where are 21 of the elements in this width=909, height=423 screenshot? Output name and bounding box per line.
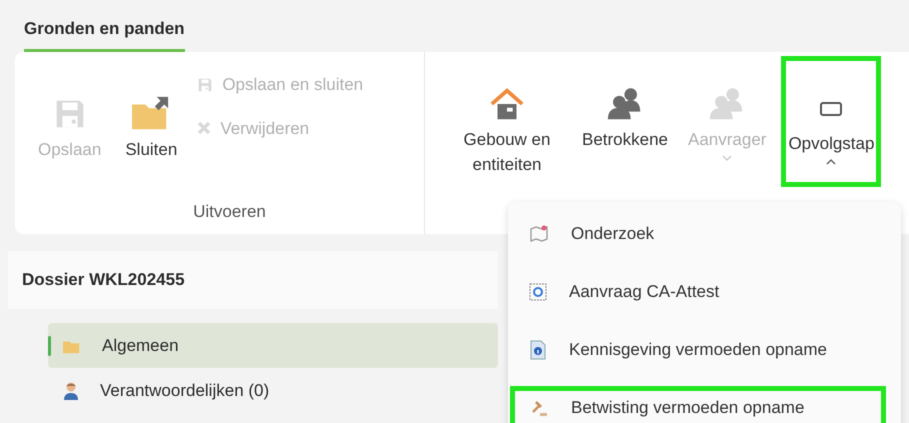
info-document-icon (529, 340, 547, 360)
nav-item[interactable]: Verantwoordelijken (0) (48, 368, 498, 413)
person-icon (62, 380, 80, 400)
ribbon-button[interactable]: Opvolgstap (781, 56, 882, 187)
ribbon-button[interactable]: Sluiten (120, 68, 182, 167)
menu-item[interactable]: Aanvraag CA-Attest (510, 270, 899, 314)
menu-item[interactable]: Onderzoek (510, 212, 899, 256)
nav-item[interactable]: Algemeen (48, 323, 498, 368)
chevron-icon (721, 154, 734, 162)
chevron-icon (825, 158, 838, 166)
rectangle-icon (818, 99, 844, 119)
refresh-icon (529, 283, 547, 301)
menu-item[interactable]: Kennisgeving vermoeden opname (510, 328, 899, 372)
ribbon-button[interactable]: Betrokkene (577, 58, 673, 157)
dossier-header: Dossier WKL202455 (8, 251, 498, 309)
map-icon (529, 224, 549, 244)
selection-bar (48, 336, 51, 356)
menu-item[interactable]: Betwisting vermoeden opname (510, 386, 886, 423)
group-label: Uitvoeren (192, 200, 267, 222)
cross-icon (196, 120, 212, 136)
ribbon-button[interactable]: Gebouw en entiteiten (447, 58, 567, 182)
